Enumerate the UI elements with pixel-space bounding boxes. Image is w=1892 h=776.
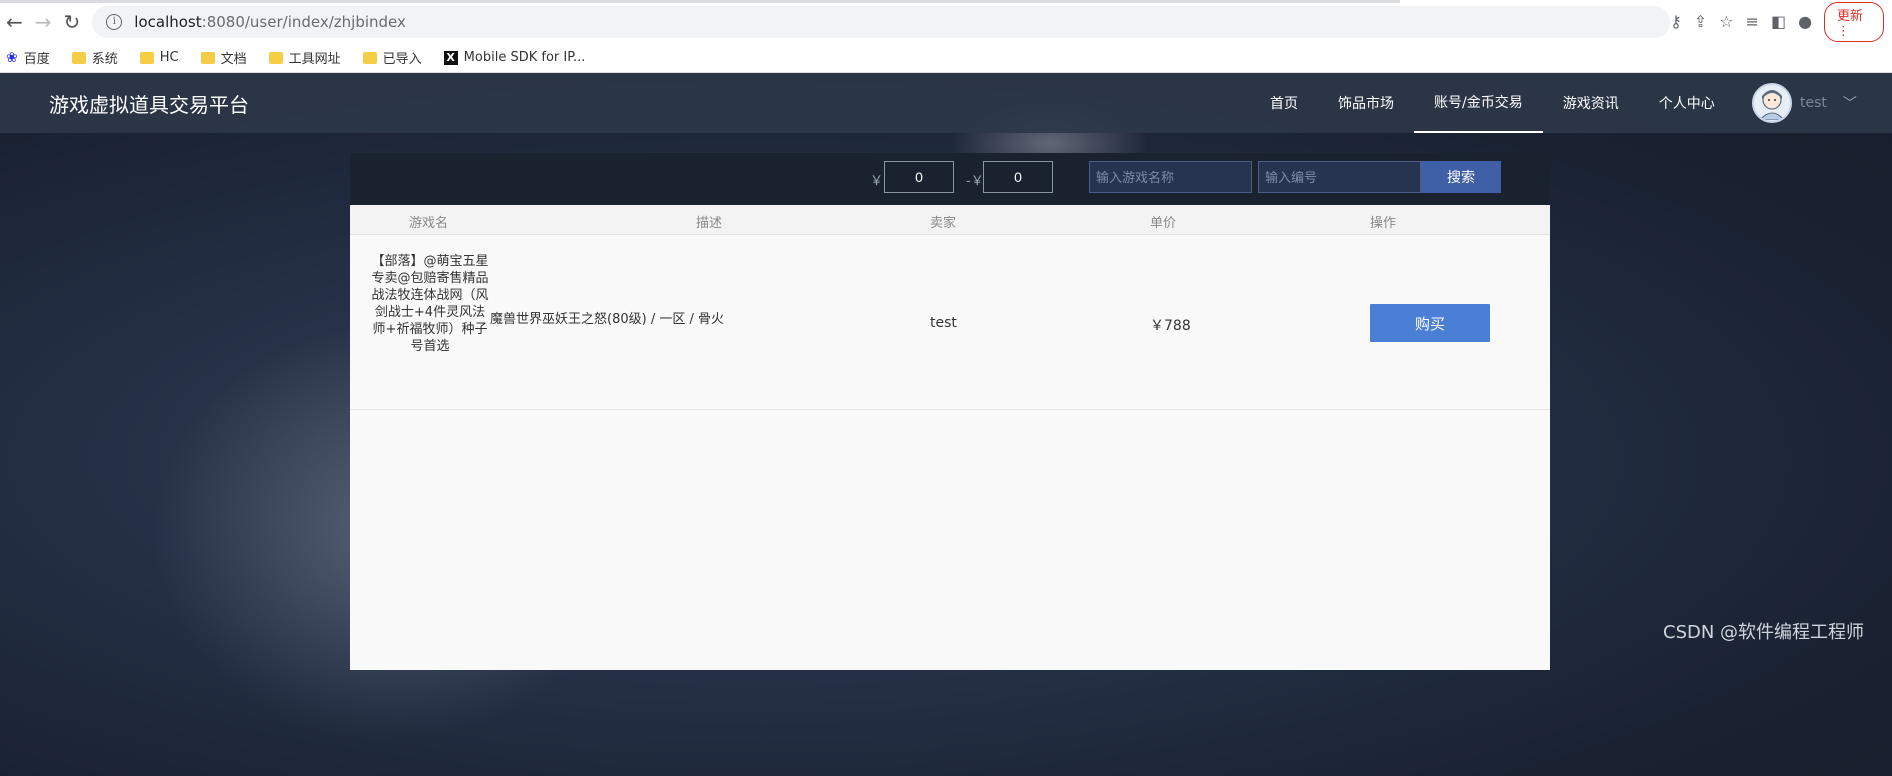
browser-toolbar: ← → ↻ i localhost:8080/user/index/zhjbin… (0, 0, 1892, 43)
paw-icon: ❀ (6, 49, 18, 66)
header-action: 操作 (1370, 216, 1397, 231)
avatar (1752, 83, 1792, 123)
bookmark-mobile-sdk[interactable]: X Mobile SDK for IP... (443, 50, 586, 65)
code-input[interactable] (1258, 161, 1421, 193)
forward-arrow-icon[interactable]: → (29, 7, 58, 37)
bookmark-label: 工具网址 (288, 52, 341, 67)
watermark: CSDN @软件编程工程师 (1663, 622, 1865, 643)
star-icon[interactable]: ☆ (1719, 12, 1733, 31)
address-bar[interactable]: i localhost:8080/user/index/zhjbindex (92, 5, 1671, 38)
url-host: localhost (134, 12, 202, 31)
tab-strip-edge (0, 0, 1400, 3)
update-button[interactable]: 更新 ⋮ (1824, 1, 1884, 42)
header-seller: 卖家 (930, 216, 957, 231)
header-game-name: 游戏名 (409, 216, 449, 231)
bookmark-folder[interactable]: 已导入 (362, 48, 422, 67)
nav-market[interactable]: 饰品市场 (1318, 73, 1414, 133)
bookmark-label: 已导入 (382, 52, 422, 67)
folder-icon (362, 51, 377, 64)
folder-icon (139, 51, 154, 64)
bookmark-folder[interactable]: 文档 (200, 48, 247, 67)
reload-icon[interactable]: ↻ (58, 7, 87, 37)
table-row: 【部落】@萌宝五星专卖@包赔寄售精品战法牧连体战网（风剑战士+4件灵风法师+祈福… (350, 235, 1550, 410)
page-body: 游戏虚拟道具交易平台 首页 饰品市场 账号/金币交易 游戏资讯 个人中心 tes… (0, 73, 1892, 776)
nav-home[interactable]: 首页 (1250, 73, 1318, 133)
folder-icon (200, 51, 215, 64)
filter-bar: ￥ -￥ 搜索 (350, 153, 1550, 205)
share-icon[interactable]: ⇪ (1694, 12, 1707, 31)
site-title[interactable]: 游戏虚拟道具交易平台 (49, 89, 249, 118)
chevron-down-icon: ﹀ (1842, 96, 1857, 112)
bookmark-label: HC (159, 50, 179, 65)
browser-actions: ⚷ ⇪ ☆ ≡ ◧ ● 更新 ⋮ (1670, 1, 1892, 42)
game-name-input[interactable] (1089, 161, 1252, 193)
bookmarks-bar: ❀ 百度 系统 HC 文档 工具网址 已导入 X Mobile SDK for IP… (0, 43, 1892, 73)
main-nav: 首页 饰品市场 账号/金币交易 游戏资讯 个人中心 (1250, 73, 1735, 133)
table-header: 游戏名 描述 卖家 单价 操作 (350, 205, 1550, 235)
bookmark-label: Mobile SDK for IP... (463, 50, 586, 65)
min-price-prefix: ￥ (870, 174, 884, 189)
folder-icon (71, 51, 86, 64)
bookmark-folder[interactable]: 工具网址 (268, 48, 341, 67)
game-name-cell: 【部落】@萌宝五星专卖@包赔寄售精品战法牧连体战网（风剑战士+4件灵风法师+祈福… (371, 254, 489, 354)
update-label: 更新 (1837, 8, 1864, 24)
bookmark-label: 文档 (220, 52, 247, 67)
url-path: :8080/user/index/zhjbindex (201, 12, 406, 31)
search-button[interactable]: 搜索 (1421, 161, 1501, 193)
max-price-prefix: -￥ (966, 174, 984, 189)
username: test (1800, 95, 1827, 111)
min-price-input[interactable] (884, 161, 954, 193)
folder-icon (268, 51, 283, 64)
x-logo-icon: X (443, 50, 458, 65)
key-icon[interactable]: ⚷ (1670, 12, 1682, 31)
bookmark-label: 百度 (23, 52, 50, 67)
bookmark-label: 系统 (91, 52, 118, 67)
user-menu[interactable]: test ﹀ (1752, 83, 1857, 123)
listing-panel: ￥ -￥ 搜索 游戏名 描述 卖家 单价 操作 【部落】@萌宝五星专卖@包赔寄售… (350, 153, 1550, 670)
max-price-input[interactable] (983, 161, 1053, 193)
bookmark-folder[interactable]: HC (139, 50, 179, 65)
bookmark-folder[interactable]: 系统 (71, 48, 118, 67)
nav-account-trade[interactable]: 账号/金币交易 (1414, 73, 1543, 133)
buy-button[interactable]: 购买 (1370, 304, 1490, 342)
header-price: 单价 (1150, 216, 1177, 231)
nav-news[interactable]: 游戏资讯 (1543, 73, 1639, 133)
price-cell: ￥788 (1150, 318, 1191, 334)
profile-icon[interactable]: ● (1798, 12, 1812, 31)
avatar-image (1759, 90, 1785, 120)
seller-cell: test (930, 315, 957, 331)
header-description: 描述 (696, 216, 723, 231)
back-arrow-icon[interactable]: ← (0, 7, 29, 37)
tab-search-icon[interactable]: ≡ (1746, 12, 1759, 31)
bookmark-baidu[interactable]: ❀ 百度 (6, 48, 50, 68)
site-info-icon[interactable]: i (106, 13, 123, 30)
nav-profile[interactable]: 个人中心 (1639, 73, 1735, 133)
side-panel-icon[interactable]: ◧ (1771, 12, 1786, 31)
site-header: 游戏虚拟道具交易平台 首页 饰品市场 账号/金币交易 游戏资讯 个人中心 tes… (0, 73, 1892, 133)
description-cell: 魔兽世界巫妖王之怒(80级) / 一区 / 骨火 (490, 312, 724, 327)
